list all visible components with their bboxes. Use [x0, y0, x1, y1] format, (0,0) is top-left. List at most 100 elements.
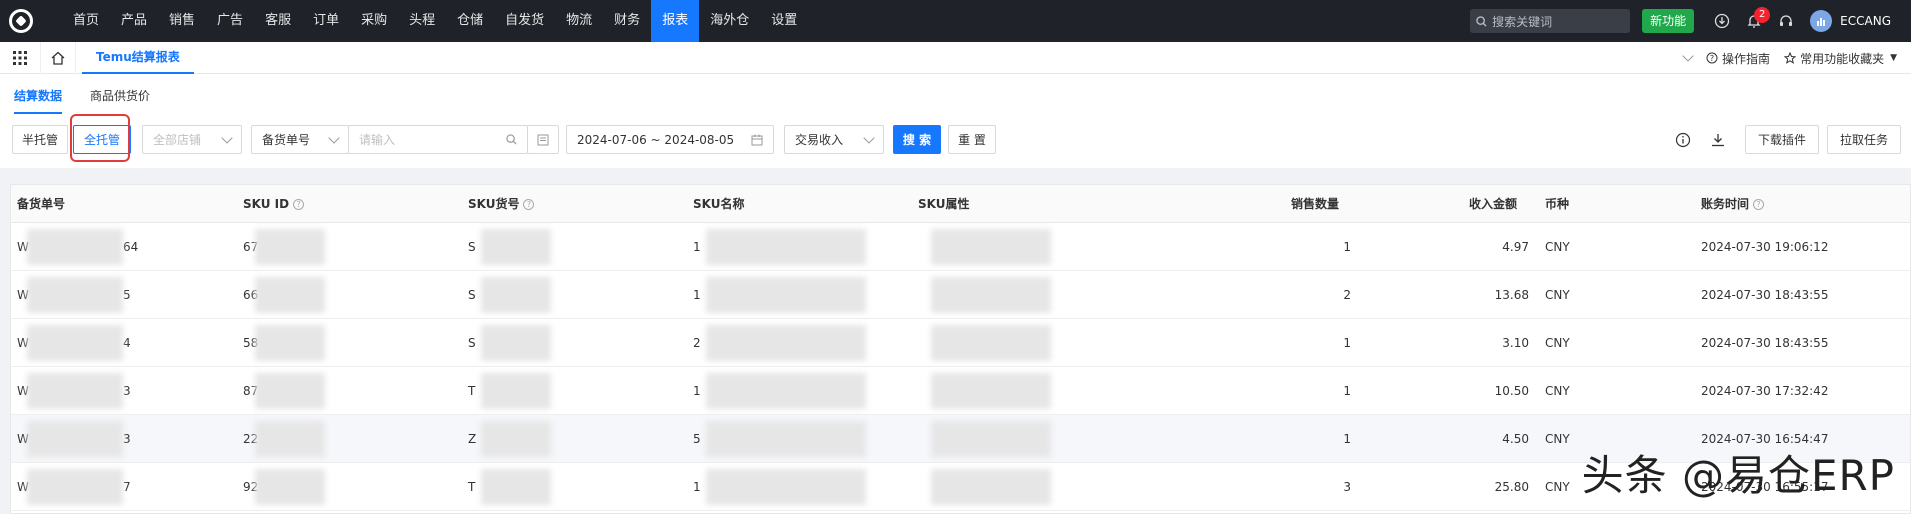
cell-currency: CNY — [1545, 432, 1570, 446]
cell-order-tail: 3 — [123, 432, 131, 446]
store-select-placeholder: 全部店铺 — [153, 133, 202, 147]
highlight-annotation — [70, 114, 130, 162]
tab-temu-settlement-report[interactable]: Temu结算报表 — [82, 42, 194, 74]
pull-task-button[interactable]: 拉取任务 — [1827, 125, 1901, 154]
col-sales-qty: 销售数量 — [1291, 197, 1340, 211]
income-type-value: 交易收入 — [795, 133, 844, 147]
favorites-menu[interactable]: 常用功能收藏夹 ▼ — [1784, 50, 1897, 67]
nav-item[interactable]: 广告 — [206, 0, 254, 42]
table-row[interactable]: W 64 67 S 1 CNY 2024-07-30 19:06:12 1 4.97 — [11, 223, 1910, 271]
date-range-value: 2024-07-06 ~ 2024-08-05 — [577, 132, 735, 147]
nav-item[interactable]: 设置 — [760, 0, 808, 42]
info-icon[interactable] — [1668, 125, 1698, 154]
cell-time: 2024-07-30 18:43:55 — [1701, 288, 1829, 302]
table-row[interactable]: W 3 87 T 1 CNY 2024-07-30 17:32:42 1 10.50 — [11, 367, 1910, 415]
help-icon[interactable]: ? — [293, 198, 305, 210]
username[interactable]: ECCANG — [1840, 14, 1891, 28]
cell-amount: 25.80 — [1494, 480, 1529, 494]
chevron-down-icon — [221, 131, 233, 144]
nav-item[interactable]: 采购 — [350, 0, 398, 42]
search-button[interactable]: 搜 索 — [893, 125, 941, 154]
redacted-mask — [706, 277, 866, 313]
nav-item[interactable]: 订单 — [302, 0, 350, 42]
col-sku-name: SKU名称 — [693, 197, 745, 211]
tab-dropdown[interactable] — [1682, 50, 1694, 62]
chevron-down-icon — [328, 131, 340, 144]
headset-icon[interactable] — [1772, 7, 1800, 35]
svg-text:?: ? — [1710, 54, 1714, 63]
download-icon[interactable] — [1708, 7, 1736, 35]
redacted-mask — [255, 277, 325, 313]
nav-item[interactable]: 物流 — [555, 0, 603, 42]
cell-skucode: T — [468, 384, 476, 398]
nav-item[interactable]: 首页 — [62, 0, 110, 42]
cell-skuname: 1 — [693, 240, 701, 254]
bell-icon[interactable]: 2 — [1740, 7, 1771, 35]
redacted-mask — [706, 469, 866, 505]
tab-supply-price[interactable]: 商品供货价 — [90, 87, 150, 114]
nav-item[interactable]: 销售 — [158, 0, 206, 42]
redacted-mask — [706, 325, 866, 361]
redacted-mask — [255, 325, 325, 361]
app-logo[interactable] — [0, 0, 42, 42]
col-sku-code-label: SKU货号 — [468, 197, 520, 211]
table-row[interactable]: W 5 66 S 1 CNY 2024-07-30 18:43:55 2 13.68 — [11, 271, 1910, 319]
nav-item[interactable]: 财务 — [603, 0, 651, 42]
col-income-amount: 收入金额 — [1469, 197, 1518, 211]
redacted-mask — [706, 421, 866, 457]
nav-item[interactable]: 头程 — [398, 0, 446, 42]
reset-button[interactable]: 重 置 — [948, 125, 996, 154]
table-row[interactable]: W 4 58 S 2 CNY 2024-07-30 18:43:55 1 3.10 — [11, 319, 1910, 367]
nav-item[interactable]: 仓储 — [446, 0, 494, 42]
search-placeholder: 搜索关键词 — [1492, 14, 1553, 29]
avatar[interactable] — [1810, 10, 1833, 32]
nav-item[interactable]: 报表 — [651, 0, 700, 42]
star-icon — [1784, 52, 1797, 64]
order-number-input[interactable]: 请输入 — [348, 125, 528, 154]
apps-grid-icon[interactable] — [0, 42, 40, 74]
cell-time: 2024-07-30 18:43:55 — [1701, 336, 1829, 350]
col-sku-code: SKU货号? — [468, 195, 535, 212]
batch-input-icon[interactable] — [527, 125, 559, 154]
redacted-mask — [481, 469, 551, 505]
half-managed-button[interactable]: 半托管 — [12, 125, 68, 154]
nav-item[interactable]: 客服 — [254, 0, 302, 42]
nav-item[interactable]: 海外仓 — [699, 0, 760, 42]
tab-settlement-data[interactable]: 结算数据 — [14, 87, 63, 114]
global-search-input[interactable]: 搜索关键词 — [1470, 9, 1631, 33]
watermark: 头条 @易仓ERP — [1581, 451, 1895, 500]
nav-item[interactable]: 自发货 — [494, 0, 555, 42]
export-download-icon[interactable] — [1703, 125, 1733, 154]
guide-link[interactable]: ? 操作指南 — [1706, 50, 1770, 67]
help-icon[interactable]: ? — [1753, 199, 1765, 210]
chevron-down-icon — [863, 131, 875, 144]
col-sku-attr: SKU属性 — [918, 197, 970, 211]
nav-item[interactable]: 产品 — [110, 0, 158, 42]
new-feature-button[interactable]: 新功能 — [1642, 9, 1695, 33]
filter-bar: 半托管 全托管 全部店铺 备货单号 请输入 2024-07-06 ~ 2024-… — [0, 114, 1911, 168]
download-plugin-button[interactable]: 下载插件 — [1745, 125, 1819, 154]
cell-amount: 13.68 — [1494, 288, 1529, 302]
col-currency: 币种 — [1545, 197, 1570, 211]
redacted-mask — [931, 325, 1051, 361]
order-number-placeholder: 请输入 — [359, 133, 396, 147]
guide-label: 操作指南 — [1722, 51, 1771, 66]
caret-down-icon: ▼ — [1890, 53, 1897, 63]
help-icon: ? — [1706, 52, 1718, 64]
notification-badge: 2 — [1754, 7, 1771, 23]
cell-skucode: S — [468, 288, 476, 302]
cell-currency: CNY — [1545, 384, 1570, 398]
tabbar-right: ? 操作指南 常用功能收藏夹 ▼ — [1682, 42, 1911, 74]
home-icon[interactable] — [40, 41, 76, 74]
date-range-picker[interactable]: 2024-07-06 ~ 2024-08-05 — [566, 125, 774, 154]
help-icon[interactable]: ? — [523, 199, 535, 210]
store-select[interactable]: 全部店铺 — [142, 125, 242, 154]
redacted-mask — [27, 421, 123, 457]
income-type-select[interactable]: 交易收入 — [784, 125, 884, 154]
order-type-select[interactable]: 备货单号 — [251, 125, 349, 154]
cell-currency: CNY — [1545, 480, 1570, 494]
cell-amount: 4.50 — [1502, 432, 1529, 446]
cell-qty: 2 — [1343, 288, 1351, 302]
cell-skuname: 2 — [693, 336, 701, 350]
redacted-mask — [27, 325, 123, 361]
